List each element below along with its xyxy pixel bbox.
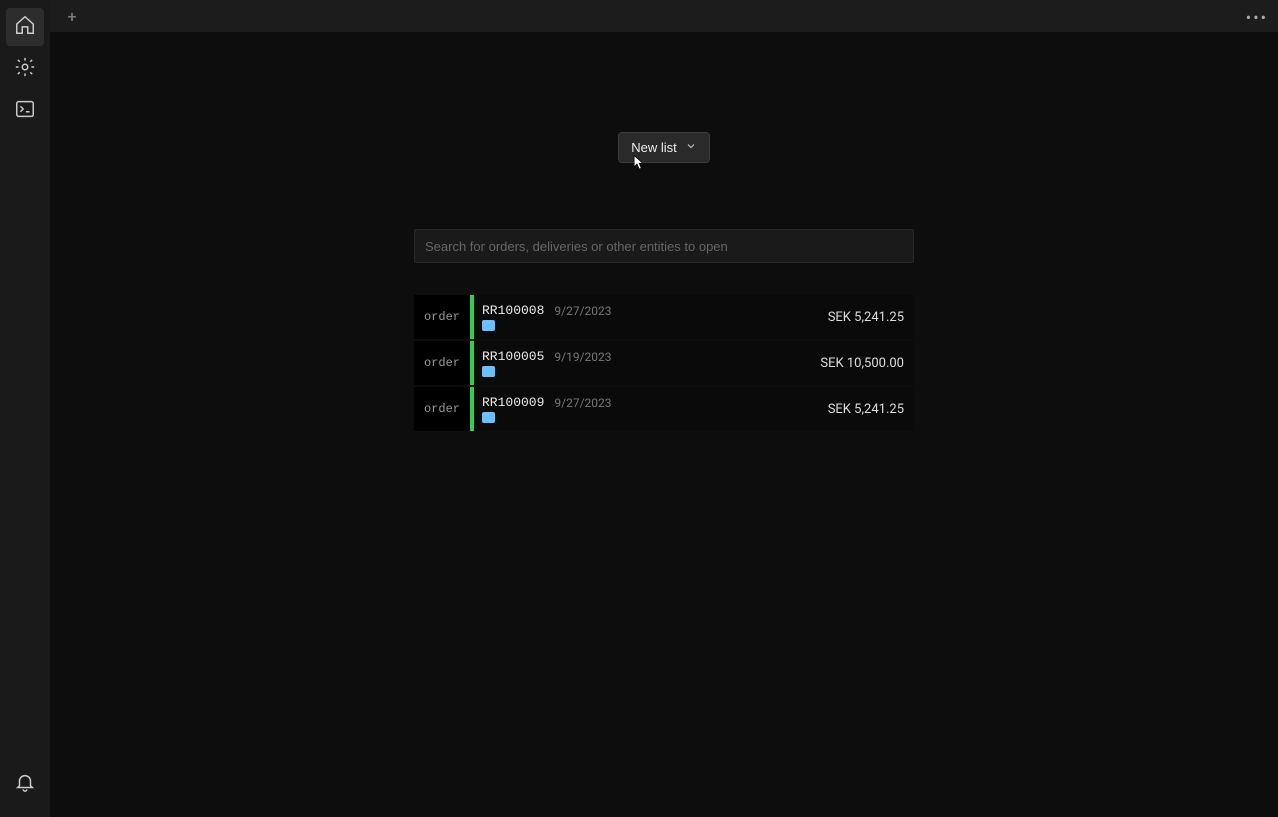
row-body: RR100009 9/27/2023 <box>482 387 828 431</box>
order-date: 9/27/2023 <box>554 304 611 318</box>
sidebar-terminal[interactable] <box>6 92 44 130</box>
new-list-dropdown[interactable]: New list <box>618 132 710 163</box>
content: New list order RR100008 9/27/2023 SEK 5,… <box>50 32 1278 817</box>
sidebar-settings[interactable] <box>6 50 44 88</box>
list-item[interactable]: order RR100008 9/27/2023 SEK 5,241.25 <box>414 295 914 339</box>
order-id: RR100009 <box>482 395 544 410</box>
gear-icon <box>14 56 36 82</box>
status-indicator <box>470 387 474 431</box>
row-body: RR100005 9/19/2023 <box>482 341 820 385</box>
order-amount: SEK 10,500.00 <box>820 341 914 385</box>
order-date: 9/27/2023 <box>554 396 611 410</box>
home-icon <box>14 14 36 40</box>
entity-type-label: order <box>414 295 470 339</box>
order-date: 9/19/2023 <box>554 350 611 364</box>
status-indicator <box>470 341 474 385</box>
list-item[interactable]: order RR100005 9/19/2023 SEK 10,500.00 <box>414 341 914 385</box>
list-item[interactable]: order RR100009 9/27/2023 SEK 5,241.25 <box>414 387 914 431</box>
results-list: order RR100008 9/27/2023 SEK 5,241.25 or… <box>414 295 914 433</box>
order-id: RR100008 <box>482 303 544 318</box>
more-menu-button[interactable]: ••• <box>1246 8 1268 27</box>
order-amount: SEK 5,241.25 <box>828 295 914 339</box>
new-list-label: New list <box>631 140 677 155</box>
main-area: + ••• New list order RR100008 9/27/2023 <box>50 0 1278 817</box>
search-input[interactable] <box>414 229 914 263</box>
terminal-icon <box>14 98 36 124</box>
bell-icon <box>14 771 36 797</box>
status-indicator <box>470 295 474 339</box>
sidebar-notifications[interactable] <box>6 765 44 803</box>
sidebar <box>0 0 50 817</box>
sidebar-home[interactable] <box>6 8 44 46</box>
tag-badge <box>482 320 495 331</box>
tab-bar: + <box>50 0 1278 32</box>
chevron-down-icon <box>685 140 697 155</box>
order-id: RR100005 <box>482 349 544 364</box>
entity-type-label: order <box>414 387 470 431</box>
order-amount: SEK 5,241.25 <box>828 387 914 431</box>
entity-type-label: order <box>414 341 470 385</box>
tag-badge <box>482 366 495 377</box>
row-body: RR100008 9/27/2023 <box>482 295 828 339</box>
tab-add-button[interactable]: + <box>58 2 86 30</box>
tag-badge <box>482 412 495 423</box>
